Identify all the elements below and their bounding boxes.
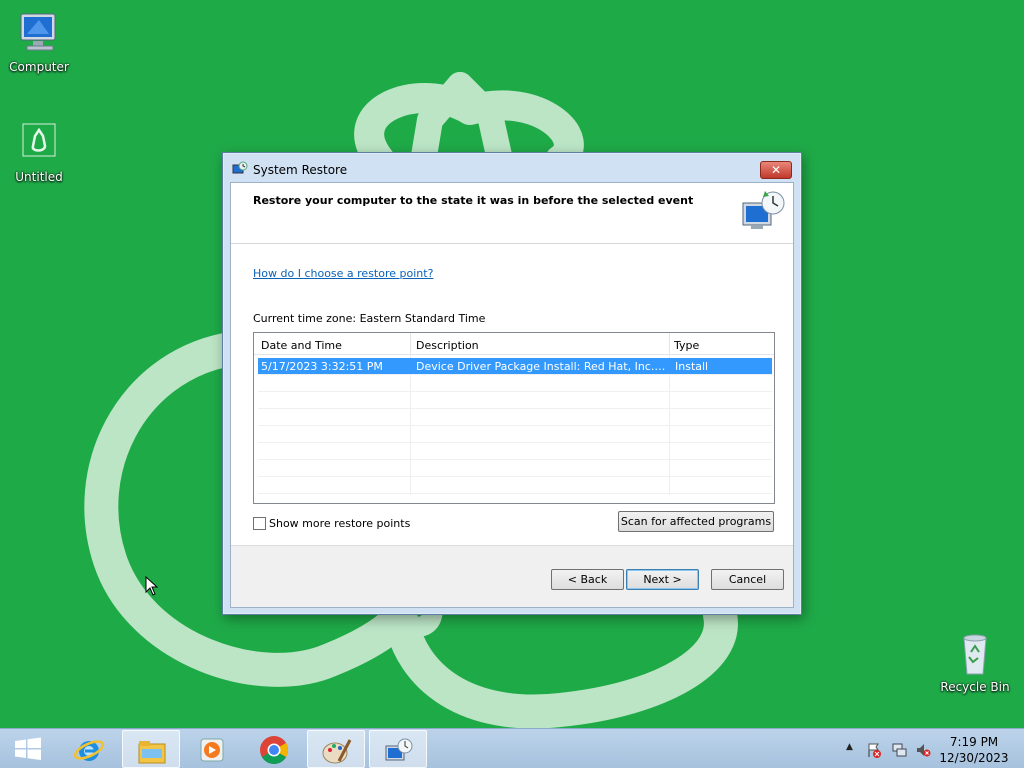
mouse-cursor-icon xyxy=(145,576,159,596)
system-restore-window: System Restore ✕ Restore your computer t… xyxy=(222,152,802,615)
desktop-icon-label: Untitled xyxy=(15,170,63,184)
scan-affected-programs-button[interactable]: Scan for affected programs xyxy=(618,511,774,532)
action-center-flag-icon[interactable] xyxy=(866,742,882,758)
paint-icon xyxy=(322,739,352,764)
file-explorer-icon xyxy=(138,741,166,764)
back-button[interactable]: < Back xyxy=(551,569,624,590)
recycle-bin-icon xyxy=(951,630,999,678)
column-divider[interactable] xyxy=(410,333,411,355)
column-header-date[interactable]: Date and Time xyxy=(261,339,342,352)
taskbar-media-player[interactable] xyxy=(183,730,241,768)
wizard-body: How do I choose a restore point? Current… xyxy=(231,245,793,545)
column-header-description[interactable]: Description xyxy=(416,339,479,352)
desktop-icon-recycle-bin[interactable]: Recycle Bin xyxy=(937,630,1013,694)
row-date: 5/17/2023 3:32:51 PM xyxy=(261,360,383,373)
wizard-heading: Restore your computer to the state it wa… xyxy=(253,194,694,207)
taskbar: ▲ 7:19 PM 12/30/2023 xyxy=(0,728,1024,768)
desktop-icon-label: Computer xyxy=(9,60,69,74)
empty-row xyxy=(258,443,772,460)
system-restore-taskbar-icon xyxy=(385,738,413,761)
network-icon[interactable] xyxy=(891,742,907,758)
taskbar-paint[interactable] xyxy=(307,730,365,768)
clock-date: 12/30/2023 xyxy=(939,751,1009,765)
empty-row xyxy=(258,392,772,409)
table-row[interactable]: 5/17/2023 3:32:51 PM Device Driver Packa… xyxy=(258,358,772,375)
volume-muted-icon[interactable] xyxy=(915,742,931,758)
column-header-type[interactable]: Type xyxy=(674,339,699,352)
title-bar[interactable]: System Restore ✕ xyxy=(223,153,801,181)
list-header: Date and Time Description Type xyxy=(254,333,774,355)
taskbar-chrome[interactable] xyxy=(245,730,303,768)
clock-time: 7:19 PM xyxy=(949,735,999,749)
desktop-icon-computer[interactable]: Computer xyxy=(1,10,77,74)
row-type: Install xyxy=(675,360,709,373)
media-player-icon xyxy=(200,738,224,762)
empty-row xyxy=(258,477,772,494)
empty-row xyxy=(258,409,772,426)
desktop-icon-label: Recycle Bin xyxy=(940,680,1010,694)
show-more-checkbox[interactable] xyxy=(253,517,266,530)
restore-points-list[interactable]: Date and Time Description Type 5/17/2023… xyxy=(253,332,775,504)
empty-row xyxy=(258,460,772,477)
wizard-footer: < Back Next > Cancel xyxy=(231,545,793,607)
row-description: Device Driver Package Install: Red Hat, … xyxy=(416,360,666,373)
close-button[interactable]: ✕ xyxy=(760,161,792,179)
system-restore-icon xyxy=(232,161,248,177)
taskbar-internet-explorer[interactable] xyxy=(60,730,118,768)
empty-row xyxy=(258,375,772,392)
taskbar-file-explorer[interactable] xyxy=(122,730,180,768)
system-restore-large-icon xyxy=(741,189,787,233)
cancel-button[interactable]: Cancel xyxy=(711,569,784,590)
column-divider[interactable] xyxy=(669,333,670,355)
chrome-icon xyxy=(260,736,288,764)
internet-explorer-icon xyxy=(73,740,105,761)
window-title: System Restore xyxy=(253,163,348,177)
empty-row xyxy=(258,426,772,443)
tray-overflow-arrow[interactable]: ▲ xyxy=(846,742,853,752)
desktop-icon-untitled[interactable]: Untitled xyxy=(1,120,77,184)
window-client-area: Restore your computer to the state it wa… xyxy=(230,182,794,608)
windows-logo-icon xyxy=(15,737,41,760)
start-button[interactable] xyxy=(0,729,56,768)
timezone-label: Current time zone: Eastern Standard Time xyxy=(253,312,486,325)
next-button[interactable]: Next > xyxy=(626,569,699,590)
wizard-header: Restore your computer to the state it wa… xyxy=(231,183,793,244)
computer-icon xyxy=(15,10,63,58)
paint-file-icon xyxy=(15,120,63,168)
taskbar-system-restore[interactable] xyxy=(369,730,427,768)
help-link[interactable]: How do I choose a restore point? xyxy=(253,267,433,280)
taskbar-clock[interactable]: 7:19 PM 12/30/2023 xyxy=(930,734,1018,766)
show-more-label[interactable]: Show more restore points xyxy=(269,517,410,530)
